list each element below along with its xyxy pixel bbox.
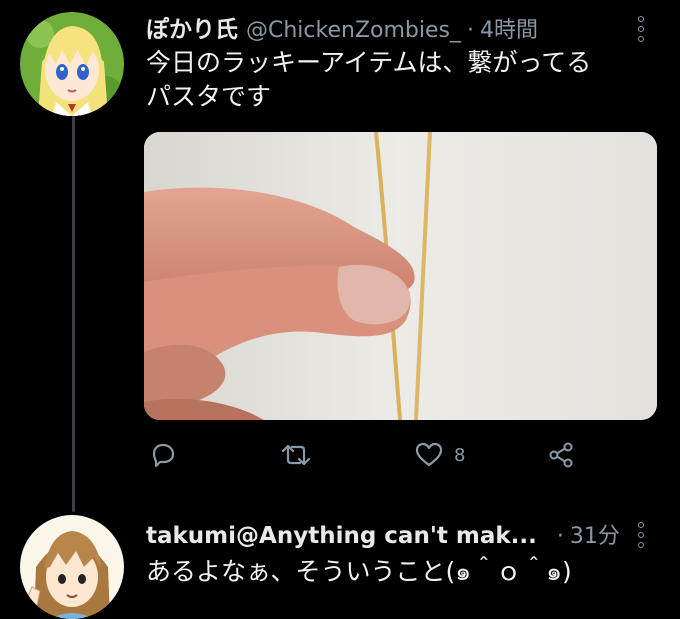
heart-icon [415,442,443,467]
display-name[interactable]: ぽかり氏 [146,10,238,44]
tweet-media-photo[interactable] [144,132,657,420]
user-handle[interactable]: @ChickenZombies_ [246,18,461,43]
share-button[interactable] [546,440,576,470]
retweet-icon [281,444,311,466]
anime-avatar-icon [20,515,124,619]
retweet-button[interactable] [280,440,312,470]
display-name[interactable]: takumi@Anything can't mak... [146,523,537,549]
thread-connector-line [72,116,75,512]
timestamp[interactable]: 31分 [570,518,620,550]
like-count: 8 [454,444,466,466]
spaghetti-photo-image [144,132,657,420]
avatar[interactable] [20,515,124,619]
separator-dot: · [556,524,564,549]
like-button[interactable]: 8 [414,440,465,470]
separator-dot: · [466,18,474,43]
reply-button[interactable] [148,440,178,470]
share-icon [549,442,573,468]
more-options-icon[interactable] [630,12,652,46]
tweet-header: takumi@Anything can't mak... · 31分 [146,518,620,550]
tweet-actions: 8 [148,440,588,476]
tweet-header: ぽかり氏 @ChickenZombies_ · 4時間 [146,10,538,44]
timestamp[interactable]: 4時間 [480,12,538,44]
reply-text: あるよなぁ、そういうこと(๑＾ｏ＾๑) [146,557,572,586]
tweet-text: 今日のラッキーアイテムは、繋がってる パスタです [146,48,592,111]
avatar[interactable] [20,12,124,116]
anime-avatar-icon [20,12,124,116]
more-options-icon[interactable] [630,518,652,552]
reply-icon [152,443,175,468]
